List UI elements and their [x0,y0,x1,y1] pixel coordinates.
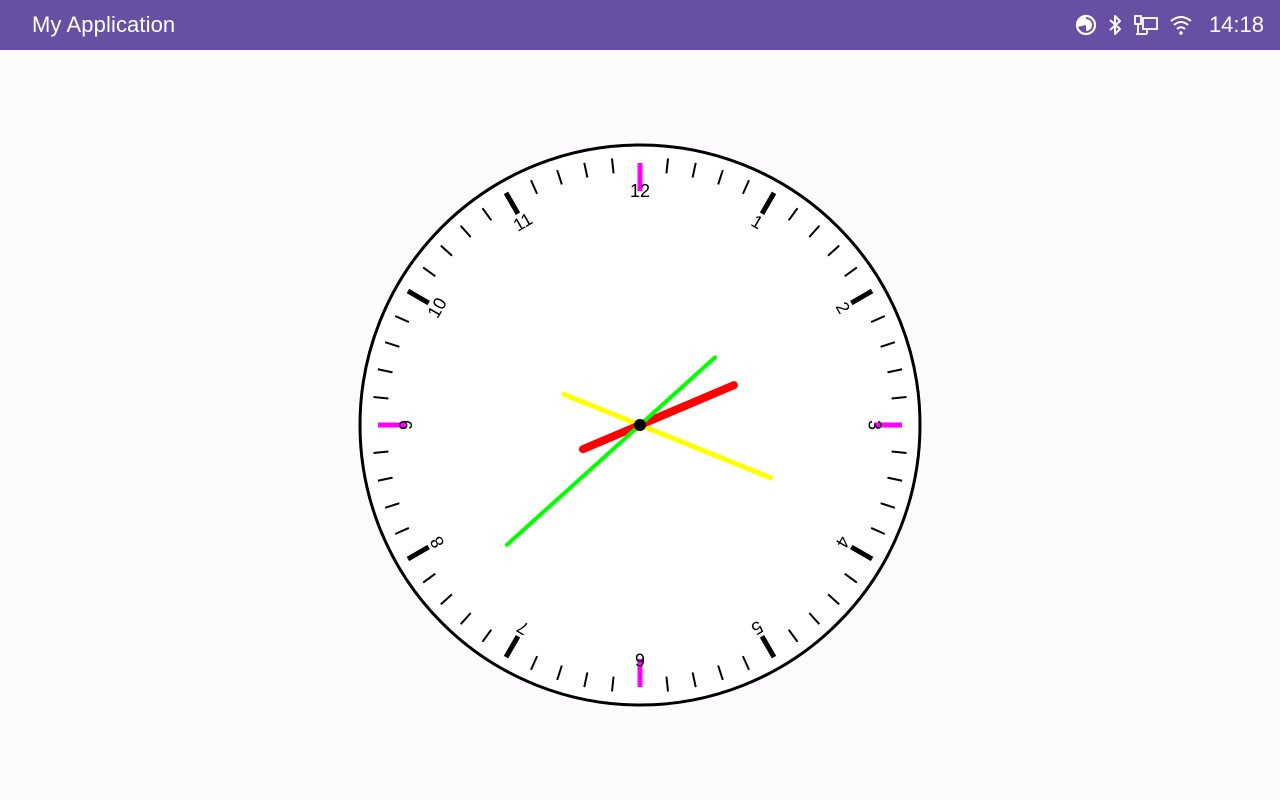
status-bar: 14:18 [1075,0,1264,50]
app-title: My Application [32,12,176,37]
wifi-icon [1169,14,1193,36]
bluetooth-icon [1107,13,1123,37]
clock-numeral: 6 [635,649,645,669]
ethernet-icon [1133,14,1159,36]
center-pin [634,419,646,431]
data-saver-icon [1075,14,1097,36]
app-bar: My Application 14:18 [0,0,1280,50]
clock-numeral: 9 [396,420,416,430]
analog-clock: 121234567891011 [358,143,922,707]
clock-numeral: 12 [630,181,650,201]
clock-numeral: 3 [864,420,884,430]
status-time: 14:18 [1208,12,1264,37]
main-content: 12 1 2 3 4 5 6 7 8 9 10 11 [0,50,1280,800]
